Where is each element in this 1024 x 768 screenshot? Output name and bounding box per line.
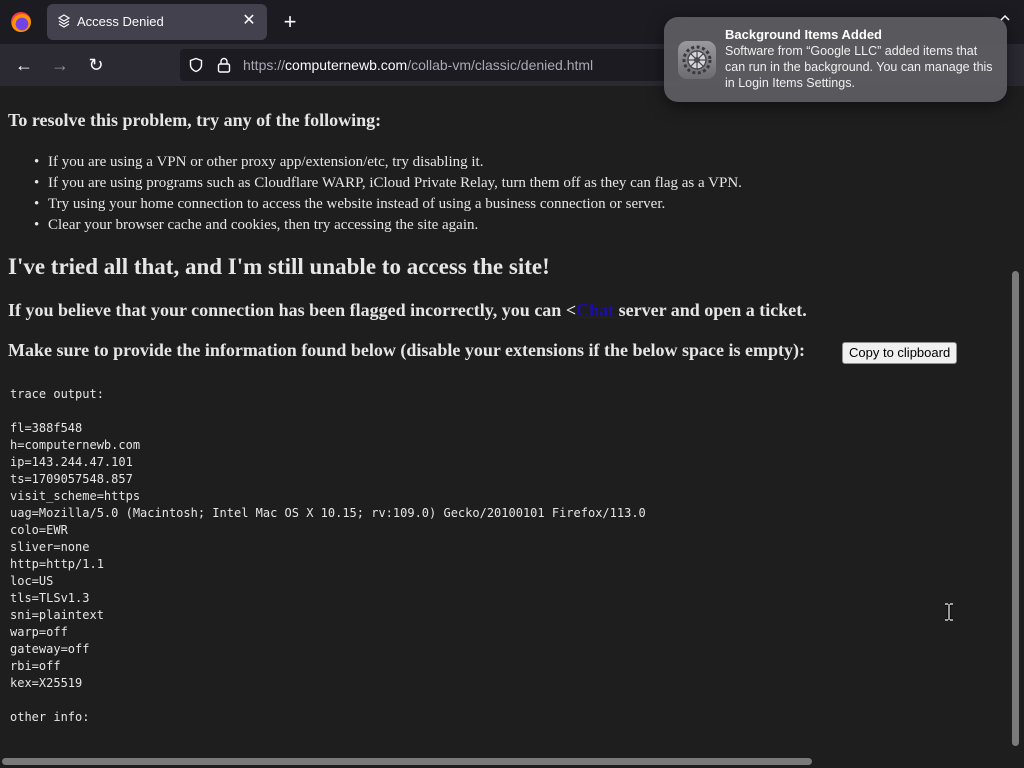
notification-title: Background Items Added: [725, 27, 882, 42]
tracking-shield-icon[interactable]: [188, 57, 204, 73]
page-content: To resolve this problem, try any of the …: [0, 86, 1006, 752]
list-item: If you are using programs such as Cloudf…: [34, 173, 742, 194]
flagged-after: server and open a ticket.: [614, 300, 807, 320]
list-item: If you are using a VPN or other proxy ap…: [34, 152, 742, 173]
url-text[interactable]: https://computernewb.com/collab-vm/class…: [243, 57, 593, 73]
list-item: Clear your browser cache and cookies, th…: [34, 215, 742, 236]
lock-icon[interactable]: [217, 57, 231, 73]
vertical-scrollbar[interactable]: [1006, 86, 1024, 752]
notification-banner[interactable]: Background Items Added Software from “Go…: [664, 17, 1007, 102]
horizontal-scrollbar[interactable]: [0, 752, 1024, 768]
trace-output[interactable]: trace output: fl=388f548 h=computernewb.…: [10, 386, 646, 726]
text-cursor-icon: [945, 603, 953, 621]
chat-link[interactable]: Chat: [576, 300, 614, 320]
tab-title: Access Denied: [77, 14, 164, 29]
url-host: computernewb.com: [285, 57, 408, 73]
close-tab-icon[interactable]: ✕: [239, 11, 259, 31]
provide-text: Make sure to provide the information fou…: [8, 340, 806, 360]
new-tab-button[interactable]: +: [279, 11, 301, 33]
vertical-scroll-thumb[interactable]: [1012, 271, 1019, 746]
fix-list: If you are using a VPN or other proxy ap…: [34, 152, 742, 236]
page-icon: [57, 14, 71, 28]
notification-body: Software from “Google LLC” added items t…: [725, 44, 993, 90]
tried-heading: I've tried all that, and I'm still unabl…: [8, 254, 550, 279]
back-button[interactable]: ←: [13, 54, 35, 76]
flagged-text: If you believe that your connection has …: [8, 300, 807, 321]
url-prefix: https://: [243, 57, 286, 73]
notification-chevron-icon[interactable]: [998, 12, 1012, 26]
resolve-heading: To resolve this problem, try any of the …: [8, 110, 382, 130]
tab-access-denied[interactable]: Access Denied ✕: [47, 4, 267, 40]
reload-button[interactable]: ↻: [85, 54, 107, 76]
horizontal-scroll-thumb[interactable]: [2, 758, 812, 765]
forward-button[interactable]: →: [49, 54, 71, 76]
firefox-logo-icon[interactable]: [11, 12, 31, 32]
flagged-before: If you believe that your connection has …: [8, 300, 577, 320]
system-settings-gear-icon: [678, 41, 716, 79]
url-path: /collab-vm/classic/denied.html: [407, 57, 594, 73]
address-bar[interactable]: https://computernewb.com/collab-vm/class…: [180, 49, 680, 81]
copy-to-clipboard-button[interactable]: Copy to clipboard: [842, 342, 958, 364]
list-item: Try using your home connection to access…: [34, 194, 742, 215]
